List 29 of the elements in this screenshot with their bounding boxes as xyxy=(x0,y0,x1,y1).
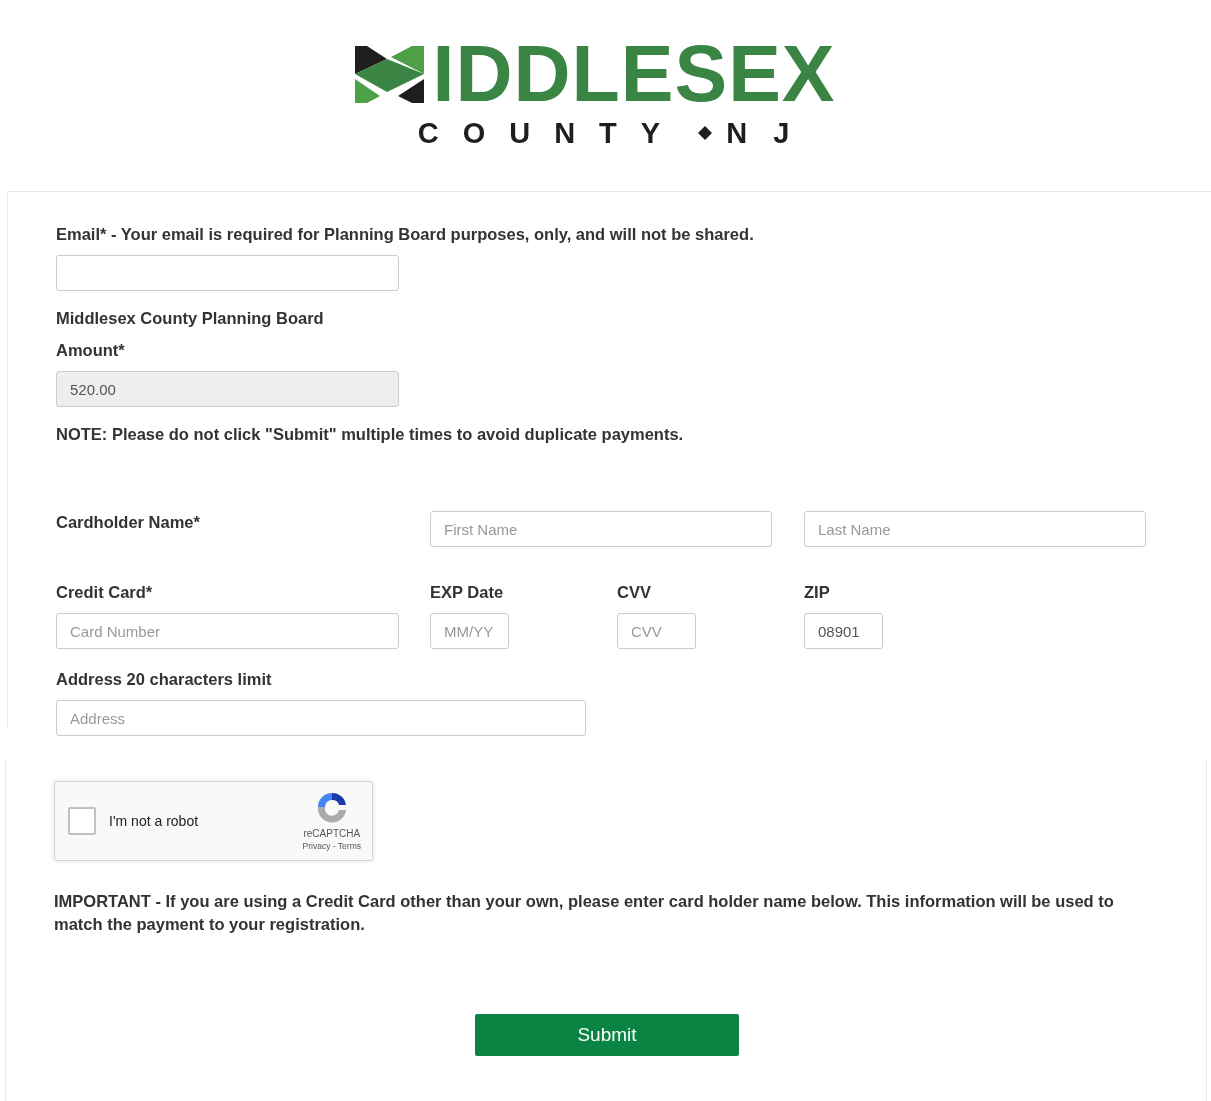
important-text: IMPORTANT - If you are using a Credit Card other than your own, please enter card holder name below. This information will be used to match the payment to your registration. xyxy=(54,891,1115,935)
address-field[interactable]: Address xyxy=(56,700,586,736)
note-text: NOTE: Please do not click "Submit" multiple times to avoid duplicate payments. xyxy=(56,424,684,444)
captcha-checkbox[interactable] xyxy=(68,807,96,835)
card-field-label: CVV xyxy=(617,582,651,602)
first-name-field[interactable]: First Name xyxy=(430,511,772,547)
captcha-label: I'm not a robot xyxy=(109,811,199,831)
card-field-label: Credit Card* xyxy=(56,582,153,602)
submit-button[interactable]: Submit xyxy=(475,1014,739,1056)
email-label: Email* - Your email is required for Planning Board purposes, only, and will not be shared. xyxy=(56,224,754,244)
cvv-field[interactable]: CVV xyxy=(617,613,696,649)
email-field[interactable] xyxy=(56,255,399,291)
card-field-label: EXP Date xyxy=(430,582,504,602)
recaptcha-brand: reCAPTCHA xyxy=(303,828,361,840)
logo-state-text: NJ xyxy=(726,118,816,148)
amount-label: Amount* xyxy=(56,340,125,360)
zip-field[interactable]: 08901 xyxy=(804,613,883,649)
last-name-field[interactable]: Last Name xyxy=(804,511,1146,547)
card-number-field[interactable]: Card Number xyxy=(56,613,399,649)
card-field-label: ZIP xyxy=(804,582,830,602)
logo-county-text: COUNTY xyxy=(417,118,685,148)
diamond-icon xyxy=(698,126,713,140)
amount-label: Middlesex County Planning Board xyxy=(56,308,324,328)
address-label: Address 20 characters limit xyxy=(56,669,272,689)
cardholder-label: Cardholder Name* xyxy=(56,512,200,532)
logo-wordmark: IDDLESEX xyxy=(432,44,836,104)
logo-m-mark-drawing xyxy=(355,45,425,103)
expiry-field[interactable]: MM/YY xyxy=(430,613,509,649)
captcha-footer-links[interactable]: Privacy - Terms xyxy=(302,840,361,852)
